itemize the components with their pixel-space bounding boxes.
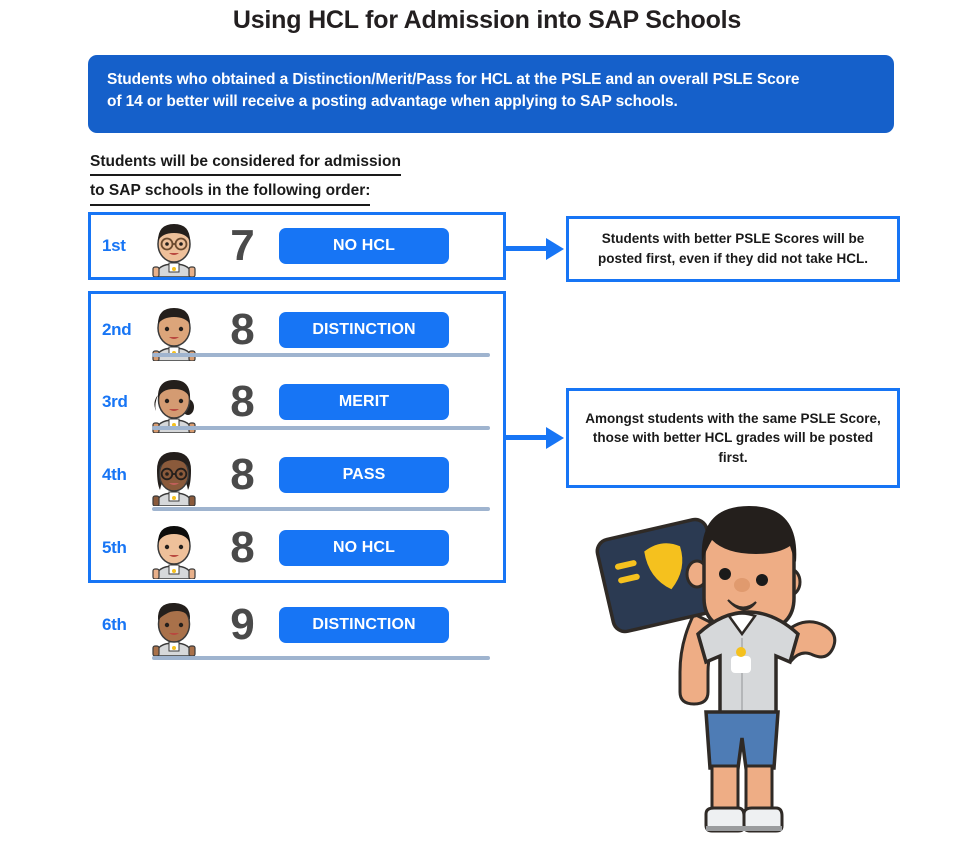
psle-score-2: 8: [230, 305, 254, 354]
psle-score-1: 7: [230, 221, 254, 270]
callout-box-1: Students with better PSLE Scores will be…: [566, 216, 900, 282]
rank-label-4: 4th: [102, 465, 127, 484]
grade-cell-1: NO HCL: [279, 228, 499, 264]
psle-score-6: 9: [230, 600, 254, 649]
grade-cell-4: PASS: [279, 457, 499, 493]
banner-line-1: Students who obtained a Distinction/Meri…: [107, 71, 800, 88]
psle-score-5: 8: [230, 523, 254, 572]
grade-pill-5[interactable]: NO HCL: [279, 530, 449, 566]
psle-score-4: 8: [230, 450, 254, 499]
grade-cell-6: DISTINCTION: [279, 607, 499, 643]
rank-row-4: 4th 8 PASS: [95, 439, 499, 511]
grade-pill-4[interactable]: PASS: [279, 457, 449, 493]
student-avatar-boy-bowlcut: [143, 299, 205, 361]
rank-label-2: 2nd: [102, 320, 132, 339]
banner-line-2: of 14 or better will receive a posting a…: [107, 93, 678, 111]
connector-line-1: [506, 246, 548, 251]
section-heading: Students will be considered for admissio…: [90, 150, 520, 206]
rank-label-3: 3rd: [102, 392, 128, 411]
grade-pill-1[interactable]: NO HCL: [279, 228, 449, 264]
grade-pill-6[interactable]: DISTINCTION: [279, 607, 449, 643]
rank-row-1: 1st 7 NO HCL: [95, 210, 499, 282]
student-avatar-boy-short: [143, 517, 205, 579]
row-separator-6: [152, 656, 490, 660]
grade-cell-3: MERIT: [279, 384, 499, 420]
grade-cell-2: DISTINCTION: [279, 312, 499, 348]
grade-pill-2[interactable]: DISTINCTION: [279, 312, 449, 348]
student-avatar-boy-swept: [143, 594, 205, 656]
boy-holding-award-plaque: [566, 496, 906, 840]
connector-line-2: [506, 435, 548, 440]
arrow-head-1: [546, 238, 564, 260]
row-separator-3: [152, 426, 490, 430]
student-avatar-girl-ponytail: [143, 371, 205, 433]
page-title: Using HCL for Admission into SAP Schools: [232, 6, 742, 34]
rank-label-1: 1st: [102, 236, 126, 255]
psle-score-3: 8: [230, 377, 254, 426]
student-avatar-girl-glasses: [143, 444, 205, 506]
row-separator-4: [152, 507, 490, 511]
callout-text-2: Amongst students with the same PSLE Scor…: [585, 410, 881, 465]
infographic-page: Using HCL for Admission into SAP Schools…: [0, 0, 974, 840]
row-separator-2: [152, 353, 490, 357]
grade-cell-5: NO HCL: [279, 530, 499, 566]
student-avatar-boy-glasses: [143, 215, 205, 277]
grade-pill-3[interactable]: MERIT: [279, 384, 449, 420]
rank-label-5: 5th: [102, 538, 127, 557]
section-heading-line-1: Students will be considered for admissio…: [90, 150, 401, 177]
rank-label-6: 6th: [102, 615, 127, 634]
highlight-banner: Students who obtained a Distinction/Meri…: [88, 55, 894, 133]
arrow-head-2: [546, 427, 564, 449]
section-heading-line-2: to SAP schools in the following order:: [90, 179, 371, 206]
rank-row-6: 6th 9 DISTINCTION: [95, 589, 499, 661]
rank-row-5: 5th 8 NO HCL: [95, 512, 499, 584]
callout-box-2: Amongst students with the same PSLE Scor…: [566, 388, 900, 488]
callout-text-1: Students with better PSLE Scores will be…: [597, 231, 869, 266]
